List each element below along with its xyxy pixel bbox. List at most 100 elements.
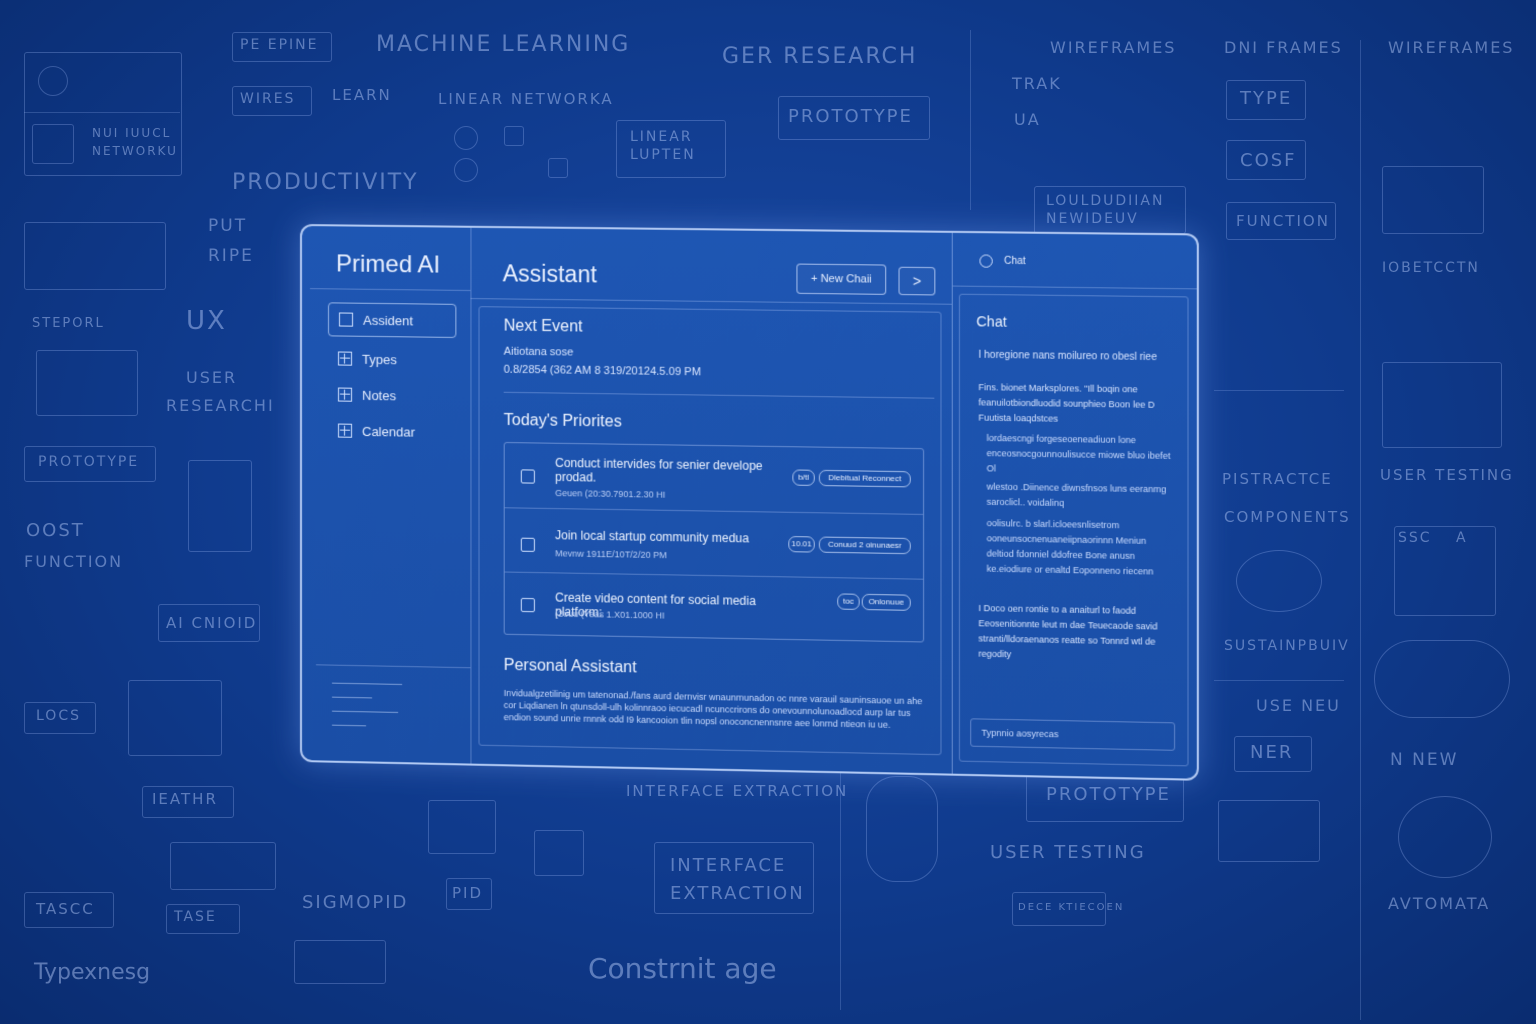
bg-label: DNI FRAMES <box>1224 38 1343 57</box>
placeholder-line <box>332 697 372 699</box>
divider <box>470 298 951 305</box>
personal-assistant-text: Invidualgzetilinig um tatenonad./fans au… <box>504 687 924 732</box>
bg-label: N NEW <box>1390 750 1458 770</box>
task-action-button[interactable]: Onlonuue <box>862 594 911 611</box>
bg-label: PE EPINE <box>240 37 318 53</box>
bg-label: LEARN <box>332 86 392 104</box>
bg-label: NER <box>1250 742 1293 763</box>
chat-message: I horegione nans moilureo ro obesl riee <box>978 348 1171 366</box>
sidebar-item-notes[interactable]: Notes <box>328 378 454 412</box>
plus-box-icon <box>338 351 352 365</box>
sketch-line <box>840 770 841 1010</box>
sketch-shape <box>1374 640 1510 718</box>
next-button[interactable]: > <box>899 267 936 296</box>
bg-label: USER <box>186 368 237 387</box>
task-title: Join local startup community medua <box>555 528 803 546</box>
task-title: Conduct intervides for senier develope p… <box>555 456 803 488</box>
sketch-line <box>1214 680 1344 681</box>
chat-bullet: oolisulrc. b slarl.icloeesnlisetrom oone… <box>987 516 1171 580</box>
task-action-button[interactable]: Dlebitual Reconnect <box>819 470 911 488</box>
chat-message: Fins. bionet Marksplores. "Ill boqin one… <box>978 380 1171 428</box>
bg-label: Typexnesg <box>34 960 150 985</box>
sketch-grid <box>1218 800 1320 862</box>
sketch-box <box>36 350 138 416</box>
bg-label: MACHINE LEARNING <box>376 32 630 57</box>
sketch-line <box>1214 390 1344 391</box>
sketch-node <box>504 126 524 146</box>
main-area: Assistant + New Chaii > Next Event Aitio… <box>470 228 951 774</box>
task-tag: b/tl <box>792 469 814 485</box>
bg-label: GER RESEARCH <box>722 44 917 69</box>
square-icon <box>339 312 353 326</box>
sidebar-item-types[interactable]: Types <box>328 342 454 376</box>
bg-label: PROTOTYPE <box>38 454 139 470</box>
sidebar-item-label: Assident <box>363 312 413 328</box>
sidebar-item-calendar[interactable]: Calendar <box>328 414 454 448</box>
bg-label: PID <box>452 884 483 902</box>
sketch-line <box>970 30 971 210</box>
chat-input[interactable]: Typnnio aosyrecas <box>970 718 1175 751</box>
task-row[interactable]: Conduct intervides for senier develope p… <box>505 443 923 515</box>
task-row[interactable]: Create video content for social media pl… <box>505 572 923 644</box>
sketch-box <box>32 124 74 164</box>
task-checkbox[interactable] <box>521 469 535 483</box>
bg-label: NUI IUUCL NETWORKU <box>92 124 172 160</box>
bg-label: IOBETCCTN <box>1382 260 1480 276</box>
new-chat-button[interactable]: + New Chaii <box>796 264 886 295</box>
bg-label: PRODUCTIVITY <box>232 170 419 195</box>
bg-label: SUSTAINPBUIV <box>1224 638 1350 654</box>
sketch-circle <box>1398 796 1492 878</box>
sketch-box <box>170 842 276 890</box>
sketch-shape <box>866 776 938 882</box>
app-window: Primed AI Assident Types Notes Calendar … <box>300 224 1199 781</box>
bg-label: RIPE <box>208 246 254 266</box>
bg-label: OOST <box>26 520 85 541</box>
placeholder-line <box>332 711 398 713</box>
bg-label: COSF <box>1240 150 1297 171</box>
sidebar-item-label: Notes <box>362 387 396 402</box>
task-action-button[interactable]: Conuud 2 oinunaesr <box>819 537 911 555</box>
bg-label: PUT <box>208 216 247 236</box>
bg-label: TASCC <box>36 900 95 918</box>
task-checkbox[interactable] <box>521 538 535 552</box>
bg-label: FUNCTION <box>24 552 123 571</box>
tab-chat[interactable]: Chat <box>1004 256 1026 267</box>
bg-label: USER TESTING <box>990 842 1146 863</box>
bg-label: WIRES <box>240 91 295 107</box>
bg-label: USE NEU <box>1256 696 1341 715</box>
sidebar-item-label: Types <box>362 351 397 366</box>
chat-tabbar: Chat <box>953 233 1197 289</box>
sketch-line <box>1360 40 1361 1020</box>
task-meta: Geuen (20:30.7901.2.30 HI <box>555 488 665 500</box>
divider <box>504 392 935 399</box>
sketch-eye <box>1236 550 1322 612</box>
bg-label: SIGMOPID <box>302 892 408 913</box>
bg-label: INTERFACE EXTRACTION <box>670 852 800 908</box>
bg-label: INTERFACE EXTRACTION <box>626 782 848 800</box>
task-tag: toc <box>837 593 859 610</box>
chat-bubble-icon <box>979 254 992 267</box>
task-row[interactable]: Join local startup community medua Mevnw… <box>505 507 923 579</box>
task-checkbox[interactable] <box>521 598 535 612</box>
bg-label: AI CNIOID <box>166 614 257 632</box>
chat-panel: Chat I horegione nans moilureo ro obesl … <box>959 294 1189 767</box>
divider <box>316 664 470 668</box>
bg-label: SSC <box>1398 530 1432 546</box>
page-title: Assistant <box>503 260 597 288</box>
task-tag: 10.01 <box>788 536 814 553</box>
sketch-box <box>128 680 222 756</box>
bg-label: TYPE <box>1240 88 1292 109</box>
bg-label: UA <box>1014 110 1041 129</box>
sketch-box <box>24 222 166 290</box>
chat-heading: Chat <box>976 313 1006 330</box>
bg-label: USER TESTING <box>1380 466 1514 484</box>
next-event-name: Aitiotana sose <box>504 346 574 359</box>
task-meta: Mevnw 1911E/10T/2/20 PM <box>555 548 667 560</box>
sketch-node <box>454 126 478 150</box>
sidebar-item-assistant[interactable]: Assident <box>328 302 456 338</box>
bg-label: WIREFRAMES <box>1388 38 1514 57</box>
bg-label: LINEAR LUPTEN <box>630 128 720 164</box>
content-panel: Next Event Aitiotana sose 0.8/2854 (362 … <box>479 306 942 755</box>
plus-box-icon <box>338 388 352 402</box>
bg-label: TRAK <box>1012 74 1062 93</box>
